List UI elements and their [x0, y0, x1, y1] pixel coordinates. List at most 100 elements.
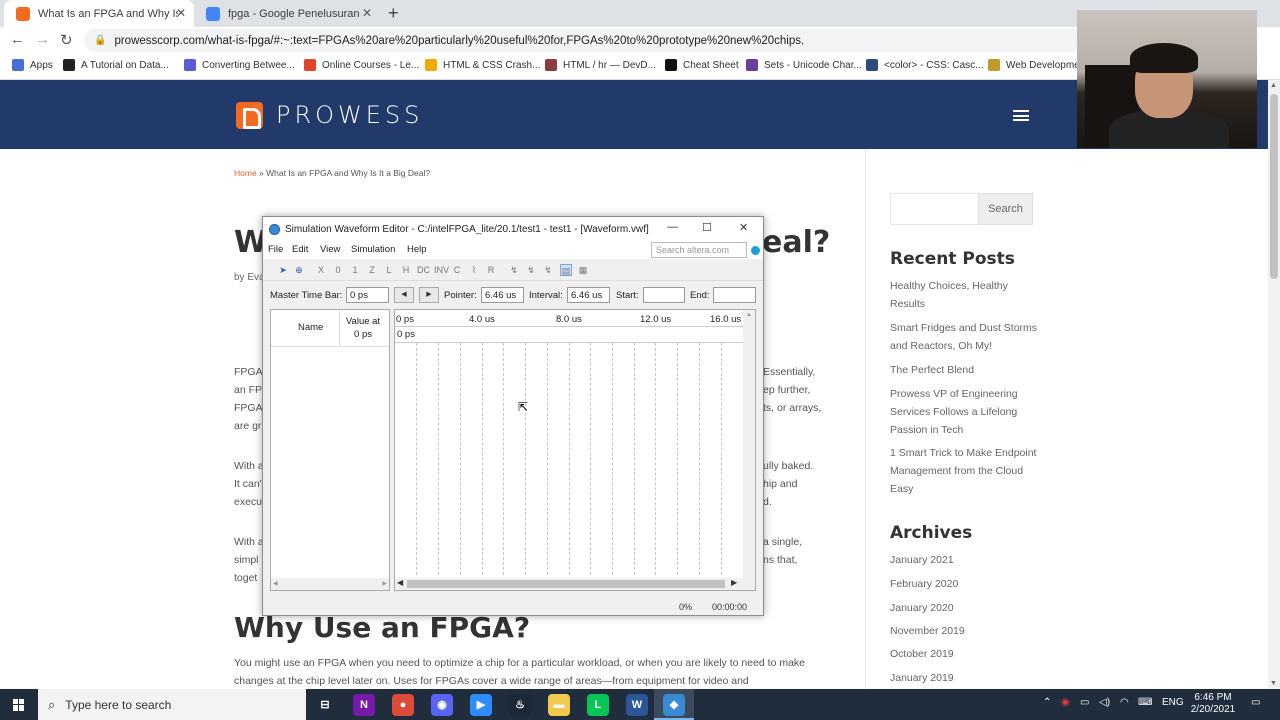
start-field[interactable]: [643, 287, 685, 303]
volume-icon[interactable]: ◁): [1099, 697, 1110, 708]
zoom-icon[interactable]: ▶: [470, 694, 492, 716]
scroll-up-icon[interactable]: ▲: [746, 312, 752, 318]
archive-link[interactable]: November 2019: [890, 622, 1040, 640]
menu-edit[interactable]: Edit: [292, 244, 308, 255]
invert-icon[interactable]: INV: [434, 264, 449, 276]
name-panel-hscroll[interactable]: ◀ ▶: [271, 578, 389, 590]
close-icon[interactable]: ✕: [739, 221, 748, 234]
scroll-right-icon[interactable]: ▶: [382, 580, 387, 587]
netlist-sim-icon[interactable]: ▦: [577, 264, 589, 276]
minimize-icon[interactable]: —: [667, 221, 678, 233]
close-icon[interactable]: ✕: [176, 6, 186, 20]
pointer-field[interactable]: 6.46 us: [481, 287, 524, 303]
bookmark-item[interactable]: HTML & CSS Crash...: [425, 59, 540, 71]
waveform-vscroll[interactable]: ▲: [743, 310, 755, 580]
breadcrumb-home[interactable]: Home: [234, 168, 257, 178]
recent-post-link[interactable]: Smart Fridges and Dust Storms and Reacto…: [890, 319, 1040, 355]
close-icon[interactable]: ✕: [362, 6, 372, 20]
force-high-icon[interactable]: 1: [349, 264, 361, 276]
scrollbar-thumb[interactable]: [1270, 94, 1278, 279]
scroll-down-icon[interactable]: ▼: [1270, 680, 1277, 687]
bookmark-item[interactable]: A Tutorial on Data...: [63, 59, 169, 71]
dont-care-icon[interactable]: DC: [417, 264, 430, 276]
functional-sim-icon[interactable]: ↯: [542, 264, 554, 276]
taskbar-search[interactable]: ⌕ Type here to search: [38, 689, 306, 720]
menu-file[interactable]: File: [268, 244, 283, 255]
master-time-bar-field[interactable]: 0 ps: [346, 287, 389, 303]
force-z-icon[interactable]: Z: [366, 264, 378, 276]
search-input[interactable]: [890, 193, 979, 225]
bookmark-item[interactable]: <color> - CSS: Casc...: [866, 59, 983, 71]
snap-to-transition-icon[interactable]: ↯: [508, 264, 520, 276]
line-icon[interactable]: L: [587, 694, 609, 716]
recent-post-link[interactable]: 1 Smart Trick to Make Endpoint Managemen…: [890, 444, 1040, 498]
column-divider[interactable]: [339, 310, 340, 346]
scroll-right-icon[interactable]: ▶: [731, 578, 737, 587]
start-button[interactable]: [0, 689, 38, 720]
notifications-icon[interactable]: ▭: [1251, 697, 1260, 708]
menu-icon[interactable]: [1013, 110, 1029, 121]
wifi-icon[interactable]: ◠: [1120, 697, 1129, 708]
force-unknown-icon[interactable]: X: [315, 264, 327, 276]
bookmark-apps[interactable]: Apps: [12, 59, 53, 71]
archive-link[interactable]: January 2020: [890, 599, 1040, 617]
bookmark-item[interactable]: Cheat Sheet: [665, 59, 739, 71]
weak-high-icon[interactable]: H: [400, 264, 412, 276]
count-value-icon[interactable]: C: [451, 264, 463, 276]
scroll-left-icon[interactable]: ◀: [273, 580, 278, 587]
zoom-tool-icon[interactable]: ⊕: [293, 264, 305, 276]
recent-post-link[interactable]: Prowess VP of Engineering Services Follo…: [890, 385, 1040, 439]
weak-low-icon[interactable]: L: [383, 264, 395, 276]
overwrite-clock-icon[interactable]: ⌇: [468, 264, 480, 276]
scroll-left-icon[interactable]: ◀: [397, 578, 403, 587]
window-titlebar[interactable]: Simulation Waveform Editor - C:/intelFPG…: [263, 217, 763, 241]
scroll-up-icon[interactable]: ▲: [1270, 82, 1277, 89]
task-view-icon[interactable]: ⊟: [314, 694, 336, 716]
hscroll-thumb[interactable]: [407, 580, 725, 588]
search-button[interactable]: Search: [978, 193, 1033, 225]
onenote-icon[interactable]: N: [353, 694, 375, 716]
altera-search-input[interactable]: Search altera.com: [651, 242, 747, 258]
archive-link[interactable]: February 2020: [890, 575, 1040, 593]
menu-help[interactable]: Help: [407, 244, 427, 255]
keyboard-icon[interactable]: ⌨: [1138, 697, 1152, 708]
archive-link[interactable]: October 2019: [890, 645, 1040, 663]
timing-sim-icon[interactable]: ▤: [560, 264, 572, 276]
forward-icon[interactable]: →: [35, 31, 50, 48]
search-go-icon[interactable]: [751, 246, 760, 255]
chevron-up-icon[interactable]: ⌃: [1043, 697, 1051, 708]
arbitrary-value-icon[interactable]: ↯: [525, 264, 537, 276]
archive-link[interactable]: January 2021: [890, 551, 1040, 569]
recent-post-link[interactable]: The Perfect Blend: [890, 361, 1040, 379]
page-scrollbar[interactable]: ▲ ▼: [1268, 80, 1280, 689]
prev-transition-icon[interactable]: ◀: [394, 287, 414, 303]
steam-icon[interactable]: ♨: [509, 694, 531, 716]
reload-icon[interactable]: ↻: [60, 31, 73, 49]
recent-post-link[interactable]: Healthy Choices, Healthy Results: [890, 277, 1040, 313]
battery-icon[interactable]: ▭: [1080, 697, 1089, 708]
record-icon[interactable]: ◉: [1061, 697, 1070, 708]
bookmark-item[interactable]: Converting Betwee...: [184, 59, 295, 71]
archive-link[interactable]: January 2019: [890, 669, 1040, 687]
quartus-icon[interactable]: ◆: [663, 694, 685, 716]
force-low-icon[interactable]: 0: [332, 264, 344, 276]
bookmark-item[interactable]: Sets - Unicode Char...: [746, 59, 862, 71]
maximize-icon[interactable]: ☐: [702, 221, 712, 234]
back-icon[interactable]: ←: [10, 31, 25, 48]
end-field[interactable]: [713, 287, 756, 303]
selection-tool-icon[interactable]: ➤: [277, 264, 289, 276]
language-indicator[interactable]: ENG: [1162, 697, 1184, 708]
menu-simulation[interactable]: Simulation: [351, 244, 395, 255]
tab-google-search[interactable]: fpga - Google Penelusuran ✕: [194, 0, 380, 27]
chrome-icon[interactable]: ●: [392, 694, 414, 716]
discord-icon[interactable]: ◉: [431, 694, 453, 716]
tab-fpga-article[interactable]: What Is an FPGA and Why Is It a ✕: [4, 0, 194, 27]
menu-view[interactable]: View: [320, 244, 340, 255]
new-tab-icon[interactable]: +: [388, 3, 399, 24]
next-transition-icon[interactable]: ▶: [419, 287, 439, 303]
bookmark-item[interactable]: Online Courses - Le...: [304, 59, 419, 71]
clock[interactable]: 6:46 PM 2/20/2021: [1185, 692, 1241, 716]
file-explorer-icon[interactable]: ▬: [548, 694, 570, 716]
address-bar[interactable]: 🔒 prowesscorp.com/what-is-fpga/#:~:text=…: [84, 29, 1094, 52]
word-icon[interactable]: W: [626, 694, 648, 716]
